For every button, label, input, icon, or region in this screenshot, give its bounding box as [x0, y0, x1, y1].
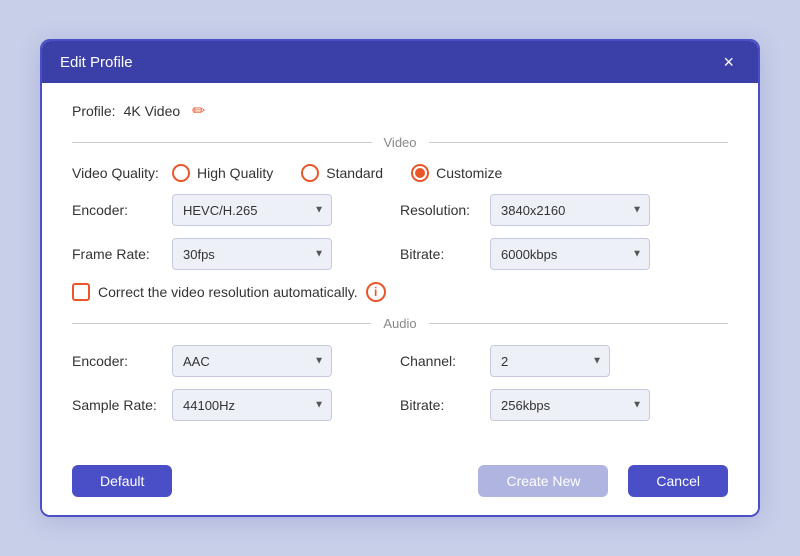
footer-right-buttons: Create New Cancel: [478, 465, 728, 497]
dialog-title: Edit Profile: [60, 54, 133, 71]
video-quality-row: Video Quality: High Quality Standard Cus…: [72, 164, 728, 182]
encoder-resolution-row: Encoder: HEVC/H.265 H.264 VP9 AV1 ▼ Reso…: [72, 194, 728, 226]
resolution-label: Resolution:: [400, 202, 490, 218]
create-new-button[interactable]: Create New: [478, 465, 608, 497]
video-section-title: Video: [372, 135, 429, 150]
edit-icon[interactable]: ✏: [192, 101, 205, 121]
framerate-bitrate-row: Frame Rate: 30fps 24fps 60fps 120fps ▼ B…: [72, 238, 728, 270]
framerate-label: Frame Rate:: [72, 246, 172, 262]
samplerate-abitrate-row: Sample Rate: 44100Hz 22050Hz 48000Hz ▼ B…: [72, 389, 728, 421]
radio-customize[interactable]: Customize: [411, 164, 502, 182]
divider-line-right: [429, 142, 729, 143]
samplerate-label: Sample Rate:: [72, 397, 172, 413]
audio-encoder-channel-row: Encoder: AAC MP3 FLAC OGG ▼ Channel: 2: [72, 345, 728, 377]
channel-col: Channel: 2 1 6 ▼: [400, 345, 728, 377]
info-icon[interactable]: i: [366, 282, 386, 302]
samplerate-select-wrapper: 44100Hz 22050Hz 48000Hz ▼: [172, 389, 332, 421]
audio-section-divider: Audio: [72, 316, 728, 331]
resolution-select[interactable]: 3840x2160 1920x1080 1280x720 640x480: [490, 194, 650, 226]
encoder-select[interactable]: HEVC/H.265 H.264 VP9 AV1: [172, 194, 332, 226]
radio-standard-circle: [301, 164, 319, 182]
default-button[interactable]: Default: [72, 465, 172, 497]
profile-name: 4K Video: [124, 103, 181, 119]
framerate-col: Frame Rate: 30fps 24fps 60fps 120fps ▼: [72, 238, 400, 270]
checkbox-label: Correct the video resolution automatical…: [98, 284, 358, 300]
checkbox-row: Correct the video resolution automatical…: [72, 282, 728, 302]
edit-profile-dialog: Edit Profile × Profile: 4K Video ✏ Video…: [40, 39, 760, 517]
channel-select[interactable]: 2 1 6: [490, 345, 610, 377]
video-bitrate-col: Bitrate: 6000kbps 4000kbps 2000kbps 1000…: [400, 238, 728, 270]
audio-section-title: Audio: [371, 316, 428, 331]
encoder-label: Encoder:: [72, 202, 172, 218]
footer: Default Create New Cancel: [42, 451, 758, 515]
video-bitrate-select-wrapper: 6000kbps 4000kbps 2000kbps 1000kbps ▼: [490, 238, 650, 270]
encoder-col: Encoder: HEVC/H.265 H.264 VP9 AV1 ▼: [72, 194, 400, 226]
audio-encoder-select[interactable]: AAC MP3 FLAC OGG: [172, 345, 332, 377]
close-button[interactable]: ×: [717, 51, 740, 73]
video-bitrate-select[interactable]: 6000kbps 4000kbps 2000kbps 1000kbps: [490, 238, 650, 270]
samplerate-col: Sample Rate: 44100Hz 22050Hz 48000Hz ▼: [72, 389, 400, 421]
resolution-select-wrapper: 3840x2160 1920x1080 1280x720 640x480 ▼: [490, 194, 650, 226]
resolution-col: Resolution: 3840x2160 1920x1080 1280x720…: [400, 194, 728, 226]
video-bitrate-label: Bitrate:: [400, 246, 490, 262]
framerate-select[interactable]: 30fps 24fps 60fps 120fps: [172, 238, 332, 270]
samplerate-select[interactable]: 44100Hz 22050Hz 48000Hz: [172, 389, 332, 421]
audio-encoder-select-wrapper: AAC MP3 FLAC OGG ▼: [172, 345, 332, 377]
cancel-button[interactable]: Cancel: [628, 465, 728, 497]
audio-bitrate-select-wrapper: 256kbps 128kbps 192kbps 320kbps ▼: [490, 389, 650, 421]
video-quality-label: Video Quality:: [72, 165, 172, 181]
channel-select-wrapper: 2 1 6 ▼: [490, 345, 610, 377]
audio-encoder-label: Encoder:: [72, 353, 172, 369]
audio-encoder-col: Encoder: AAC MP3 FLAC OGG ▼: [72, 345, 400, 377]
audio-bitrate-select[interactable]: 256kbps 128kbps 192kbps 320kbps: [490, 389, 650, 421]
profile-row: Profile: 4K Video ✏: [72, 101, 728, 121]
radio-standard[interactable]: Standard: [301, 164, 383, 182]
title-bar: Edit Profile ×: [42, 41, 758, 83]
audio-divider-line-right: [429, 323, 728, 324]
video-section-divider: Video: [72, 135, 728, 150]
video-quality-radio-group: High Quality Standard Customize: [172, 164, 728, 182]
radio-high-quality-label: High Quality: [197, 165, 273, 181]
radio-customize-label: Customize: [436, 165, 502, 181]
framerate-select-wrapper: 30fps 24fps 60fps 120fps ▼: [172, 238, 332, 270]
auto-resolution-checkbox[interactable]: [72, 283, 90, 301]
radio-high-quality[interactable]: High Quality: [172, 164, 273, 182]
divider-line-left: [72, 142, 372, 143]
profile-label: Profile:: [72, 103, 116, 119]
dialog-body: Profile: 4K Video ✏ Video Video Quality:…: [42, 83, 758, 451]
radio-customize-circle: [411, 164, 429, 182]
audio-divider-line-left: [72, 323, 371, 324]
radio-standard-label: Standard: [326, 165, 383, 181]
channel-label: Channel:: [400, 353, 490, 369]
encoder-select-wrapper: HEVC/H.265 H.264 VP9 AV1 ▼: [172, 194, 332, 226]
audio-bitrate-col: Bitrate: 256kbps 128kbps 192kbps 320kbps…: [400, 389, 728, 421]
audio-bitrate-label: Bitrate:: [400, 397, 490, 413]
radio-high-quality-circle: [172, 164, 190, 182]
